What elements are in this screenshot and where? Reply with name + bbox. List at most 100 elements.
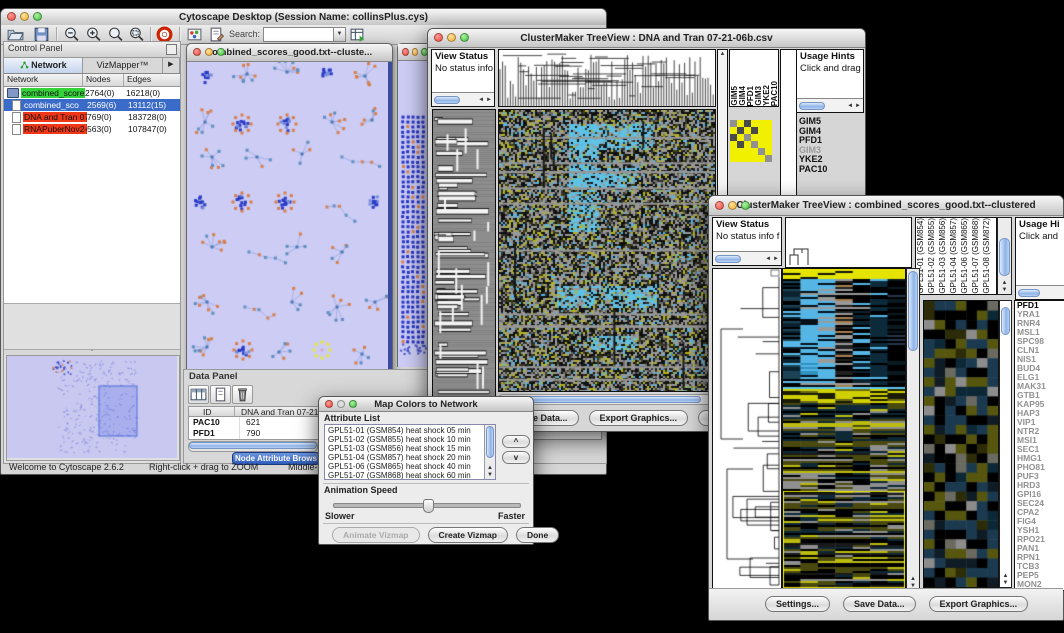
zoom-cell[interactable] (737, 148, 744, 155)
zoom-button[interactable] (741, 201, 750, 210)
heatmap-vscrollbar[interactable]: ▲▼ (906, 268, 920, 591)
network-list-row[interactable]: combined_sco2569(6)13112(15) (4, 99, 180, 111)
treeview2-titlebar[interactable]: ClusterMaker TreeView : combined_scores_… (709, 196, 1063, 216)
tab-network[interactable]: Network (4, 58, 83, 73)
attribute-list[interactable]: GPL51-01 (GSM854) heat shock 05 minGPL51… (324, 424, 496, 480)
zoom-cell[interactable] (730, 148, 737, 155)
scroll-left-icon[interactable]: ◄ (847, 103, 853, 109)
column-dendrogram-panel[interactable] (498, 49, 716, 107)
dialog-button[interactable]: Create Vizmap (428, 527, 508, 543)
scroll-left-icon[interactable]: ◄ (765, 256, 771, 262)
col-attribute[interactable]: DNA and Tran 07-21-06 (235, 407, 331, 416)
zoom-cell[interactable] (758, 127, 765, 134)
gene-label[interactable]: FIG4 (1017, 517, 1064, 526)
list-vscrollbar[interactable]: ▲▼ (484, 425, 495, 479)
minimize-button[interactable] (728, 201, 737, 210)
view-status-scrollbar[interactable]: ◄ ► (432, 92, 494, 106)
zoom-cell[interactable] (744, 127, 751, 134)
usage-scrollbar[interactable]: ◄ ► (797, 98, 863, 112)
row-dendrogram-canvas[interactable] (713, 269, 781, 590)
zoom-cell[interactable] (744, 120, 751, 127)
treeview-button[interactable]: Settings... (765, 596, 830, 612)
zoom-cell[interactable] (765, 127, 772, 134)
zoom-button[interactable] (460, 33, 469, 42)
network-canvas-2[interactable] (398, 61, 428, 367)
scroll-left-icon[interactable]: ◄ (478, 97, 484, 103)
gene-label[interactable]: BUD4 (1017, 364, 1064, 373)
column-label[interactable]: YKE2 (762, 50, 770, 106)
gene-label[interactable]: SEC24 (1017, 499, 1064, 508)
gene-label[interactable]: GTB1 (1017, 391, 1064, 400)
network-list-row[interactable]: DNA and Tran 07769(0)183728(0) (4, 111, 180, 123)
minimize-button[interactable] (337, 400, 345, 408)
zoom-cell[interactable] (737, 120, 744, 127)
attribute-item[interactable]: GPL51-02 (GSM855) heat shock 10 min (328, 435, 495, 444)
close-button[interactable] (193, 48, 201, 56)
gene-label[interactable]: VIP1 (1017, 418, 1064, 427)
column-label[interactable]: GPL51-06 (GSM865) (960, 218, 971, 294)
treeview-button[interactable]: Export Graphics... (589, 410, 689, 426)
zoom-vscrollbar[interactable]: ▲▼ (999, 300, 1012, 588)
col-network[interactable]: Network (4, 74, 83, 86)
treeview1-titlebar[interactable]: ClusterMaker TreeView : DNA and Tran 07-… (428, 29, 865, 48)
gene-label[interactable]: MAK31 (1017, 382, 1064, 391)
data-hscrollbar[interactable] (188, 441, 318, 452)
gene-label[interactable]: NIS1 (1017, 355, 1064, 364)
minimize-button[interactable] (205, 48, 213, 56)
column-label[interactable]: GPL51-02 (GSM855) (927, 218, 938, 294)
gene-label[interactable]: SPC98 (1017, 337, 1064, 346)
network-overview-canvas[interactable] (7, 356, 177, 458)
zoom-cell[interactable] (744, 141, 751, 148)
column-label[interactable]: GIM5 (730, 50, 738, 106)
zoom-cell[interactable] (765, 148, 772, 155)
zoom-cell[interactable] (730, 134, 737, 141)
vizmapper-icon[interactable] (186, 26, 203, 43)
new-attribute-icon[interactable] (210, 385, 231, 404)
search-dropdown-arrow[interactable]: ▼ (333, 27, 346, 42)
zoom-cell[interactable] (744, 134, 751, 141)
scroll-arrows[interactable]: ▲▼ (1000, 573, 1011, 587)
zoom-cell[interactable] (758, 134, 765, 141)
zoom-button[interactable] (217, 48, 225, 56)
attribute-item[interactable]: GPL51-06 (GSM865) heat shock 40 min (328, 462, 495, 471)
gene-label[interactable]: MSL1 (1017, 328, 1064, 337)
zoom-button[interactable] (33, 12, 42, 21)
zoom-heatmap-canvas[interactable] (924, 301, 998, 587)
gene-label[interactable]: YSH1 (1017, 526, 1064, 535)
zoom-cell[interactable] (730, 141, 737, 148)
scroll-right-icon[interactable]: ► (773, 256, 779, 262)
gene-label[interactable]: PFD1 (1017, 301, 1064, 310)
column-label[interactable]: PAC10 (770, 50, 778, 106)
zoom-heatmap-panel[interactable] (923, 300, 999, 588)
close-button[interactable] (715, 201, 724, 210)
move-up-button[interactable]: ^ (502, 435, 530, 448)
column-label[interactable]: GPL51-04 (GSM857) (949, 218, 960, 294)
gene-label[interactable]: RPN1 (1017, 553, 1064, 562)
zoom-cell[interactable] (730, 120, 737, 127)
gene-label[interactable]: PAN1 (1017, 544, 1064, 553)
zoom-cell[interactable] (737, 141, 744, 148)
zoom-cell[interactable] (744, 155, 751, 162)
network-view-titlebar[interactable]: combined_scores_good.txt--cluste... (187, 44, 392, 62)
zoom-cell[interactable] (751, 127, 758, 134)
attribute-item[interactable]: GPL51-01 (GSM854) heat shock 05 min (328, 426, 495, 435)
zoom-cell[interactable] (758, 141, 765, 148)
gene-label[interactable]: CLN1 (1017, 346, 1064, 355)
attribute-item[interactable]: GPL51-04 (GSM857) heat shock 20 min (328, 453, 495, 462)
gene-label[interactable]: GPI16 (1017, 490, 1064, 499)
gene-label[interactable]: MSI1 (1017, 436, 1064, 445)
row-dendrogram-panel[interactable] (712, 268, 782, 591)
annotation-icon[interactable] (208, 26, 225, 43)
zoom-cell[interactable] (751, 155, 758, 162)
zoom-cell[interactable] (737, 155, 744, 162)
col-id[interactable]: ID (189, 407, 235, 416)
gene-label[interactable]: NTR2 (1017, 427, 1064, 436)
zoom-cell[interactable] (751, 120, 758, 127)
zoom-cell[interactable] (737, 134, 744, 141)
column-dendrogram-canvas[interactable] (499, 50, 715, 106)
scroll-arrows[interactable]: ▲▼ (485, 465, 495, 479)
dialog-titlebar[interactable]: Map Colors to Network (319, 397, 533, 412)
tab-overflow-arrow[interactable]: ▶ (163, 58, 180, 73)
gene-label[interactable]: PHO81 (1017, 463, 1064, 472)
gene-label[interactable]: RNR4 (1017, 319, 1064, 328)
